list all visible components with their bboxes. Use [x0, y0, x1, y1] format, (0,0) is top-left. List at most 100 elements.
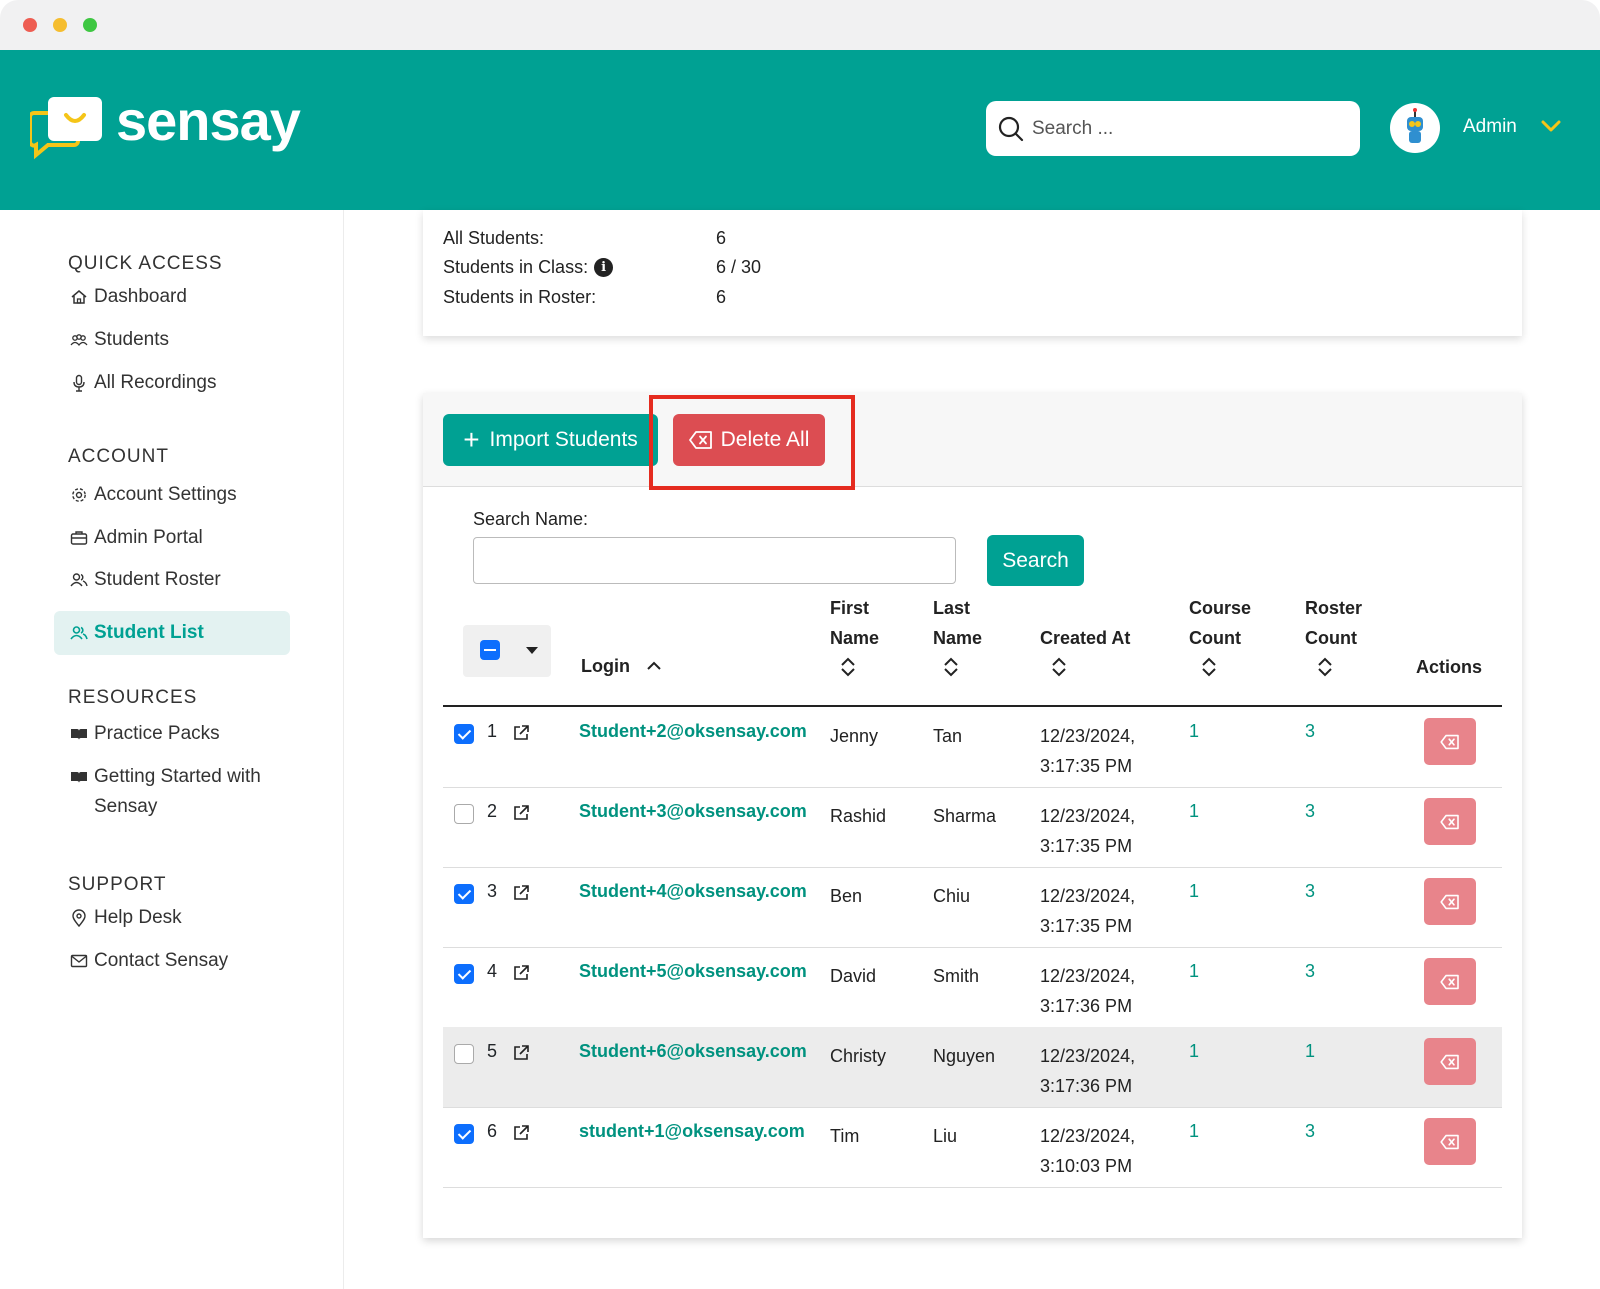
sidebar-item-getting-started[interactable]: Getting Started with Sensay: [70, 762, 300, 822]
briefcase-icon: [70, 531, 88, 545]
row-number: 5: [487, 1041, 498, 1061]
import-students-button[interactable]: + Import Students: [443, 414, 658, 466]
table-row[interactable]: 3 Student+4@oksensay.com Ben Chiu 12/23/2024…: [443, 867, 1502, 948]
row-checkbox[interactable]: [454, 804, 474, 824]
sort-icon[interactable]: [1201, 657, 1217, 677]
external-link-icon[interactable]: [512, 724, 530, 742]
table-row[interactable]: 6 student+1@oksensay.com Tim Liu 12/23/2024,…: [443, 1107, 1502, 1188]
delete-student-button[interactable]: [1424, 958, 1476, 1005]
avatar[interactable]: [1390, 103, 1440, 153]
column-header-login[interactable]: Login: [581, 651, 662, 681]
table-row[interactable]: 1 Student+2@oksensay.com Jenny Tan 12/23/202…: [443, 707, 1502, 788]
row-checkbox[interactable]: [454, 1124, 474, 1144]
delete-icon: [1440, 974, 1460, 990]
roster-count-link[interactable]: 3: [1305, 961, 1315, 982]
sidebar-item-students[interactable]: Students: [70, 325, 300, 355]
delete-student-button[interactable]: [1424, 718, 1476, 765]
stat-value: 6 / 30: [716, 257, 762, 277]
external-link-icon[interactable]: [512, 1044, 530, 1062]
sidebar-item-label: Practice Packs: [94, 723, 220, 744]
sort-icon[interactable]: [840, 657, 856, 677]
first-name: Ben: [830, 886, 863, 906]
table-row[interactable]: 2 Student+3@oksensay.com Rashid Sharma 12/23…: [443, 787, 1502, 868]
sort-icon[interactable]: [943, 657, 959, 677]
student-login-link[interactable]: Student+6@oksensay.com: [579, 1041, 807, 1062]
search-button[interactable]: Search: [987, 535, 1084, 586]
minimize-window-button[interactable]: [53, 18, 67, 32]
course-count-link[interactable]: 1: [1189, 881, 1199, 902]
created-at: 12/23/2024, 3:17:35 PM: [1040, 801, 1135, 861]
course-count-link[interactable]: 1: [1189, 721, 1199, 742]
column-header-first-name[interactable]: First Name: [830, 593, 879, 677]
sensay-logo-icon[interactable]: [30, 95, 106, 161]
course-count-link[interactable]: 1: [1189, 961, 1199, 982]
sidebar-item-dashboard[interactable]: Dashboard: [70, 282, 300, 312]
sidebar: QUICK ACCESS Dashboard Students All Reco…: [0, 210, 344, 1289]
sidebar-item-account-settings[interactable]: Account Settings: [70, 480, 300, 510]
row-checkbox[interactable]: [454, 1044, 474, 1064]
search-name-input[interactable]: [473, 537, 956, 584]
column-header-last-name[interactable]: Last Name: [933, 593, 982, 677]
column-header-created-at[interactable]: Created At: [1040, 623, 1130, 677]
roster-count-link[interactable]: 1: [1305, 1041, 1315, 1062]
sort-icon[interactable]: [1317, 657, 1333, 677]
sort-ascending-icon[interactable]: [646, 661, 662, 671]
student-stats-card: All Students: 6 Students in Class: i 6 / …: [423, 210, 1522, 336]
maximize-window-button[interactable]: [83, 18, 97, 32]
first-name: Rashid: [830, 806, 887, 826]
course-count-link[interactable]: 1: [1189, 1121, 1199, 1142]
sidebar-item-student-roster[interactable]: Student Roster: [70, 565, 300, 595]
column-header-label: Last: [933, 598, 971, 618]
global-search-input[interactable]: [1032, 117, 1352, 140]
sidebar-item-all-recordings[interactable]: All Recordings: [70, 368, 300, 398]
select-all-checkbox[interactable]: [480, 640, 500, 660]
student-login-link[interactable]: Student+3@oksensay.com: [579, 801, 807, 822]
external-link-icon[interactable]: [512, 1124, 530, 1142]
created-time: 3:17:35 PM: [1040, 756, 1133, 776]
chevron-down-icon[interactable]: [1540, 118, 1562, 134]
roster-count-link[interactable]: 3: [1305, 1121, 1315, 1142]
student-list-card: + Import Students Delete All Search Name…: [423, 393, 1522, 1238]
student-login-link[interactable]: Student+5@oksensay.com: [579, 961, 807, 982]
close-window-button[interactable]: [23, 18, 37, 32]
external-link-icon[interactable]: [512, 884, 530, 902]
delete-student-button[interactable]: [1424, 1038, 1476, 1085]
sidebar-item-student-list[interactable]: Student List: [54, 611, 290, 655]
roster-count-link[interactable]: 3: [1305, 721, 1315, 742]
stat-label: All Students:: [443, 228, 545, 248]
roster-count-link[interactable]: 3: [1305, 881, 1315, 902]
delete-student-button[interactable]: [1424, 1118, 1476, 1165]
row-checkbox[interactable]: [454, 964, 474, 984]
delete-student-button[interactable]: [1424, 878, 1476, 925]
info-icon[interactable]: i: [594, 258, 614, 277]
row-checkbox[interactable]: [454, 884, 474, 904]
section-title-support: SUPPORT: [68, 874, 167, 895]
row-checkbox[interactable]: [454, 724, 474, 744]
caret-down-icon[interactable]: [526, 647, 538, 654]
roster-count-link[interactable]: 3: [1305, 801, 1315, 822]
external-link-icon[interactable]: [512, 804, 530, 822]
select-all-dropdown[interactable]: [463, 625, 551, 677]
delete-icon: [1440, 814, 1460, 830]
window-titlebar: [0, 0, 1600, 50]
sort-icon[interactable]: [1051, 657, 1067, 677]
course-count-link[interactable]: 1: [1189, 1041, 1199, 1062]
student-login-link[interactable]: Student+4@oksensay.com: [579, 881, 807, 902]
delete-icon: [1440, 894, 1460, 910]
table-row[interactable]: 4 Student+5@oksensay.com David Smith 12/23/2…: [443, 947, 1502, 1028]
column-header-course-count[interactable]: Course Count: [1189, 593, 1251, 677]
student-login-link[interactable]: Student+2@oksensay.com: [579, 721, 807, 742]
column-header-roster-count[interactable]: Roster Count: [1305, 593, 1362, 677]
global-search[interactable]: [986, 101, 1360, 156]
last-name: Tan: [933, 726, 963, 746]
external-link-icon[interactable]: [512, 964, 530, 982]
sidebar-item-admin-portal[interactable]: Admin Portal: [70, 523, 300, 553]
delete-student-button[interactable]: [1424, 798, 1476, 845]
sidebar-item-help-desk[interactable]: Help Desk: [70, 903, 300, 933]
sidebar-item-contact-sensay[interactable]: Contact Sensay: [70, 946, 300, 976]
user-name[interactable]: Admin: [1463, 116, 1517, 138]
sidebar-item-practice-packs[interactable]: Practice Packs: [70, 719, 300, 749]
course-count-link[interactable]: 1: [1189, 801, 1199, 822]
student-login-link[interactable]: student+1@oksensay.com: [579, 1121, 805, 1142]
table-row[interactable]: 5 Student+6@oksensay.com Christy Nguyen 12/2…: [443, 1027, 1502, 1108]
